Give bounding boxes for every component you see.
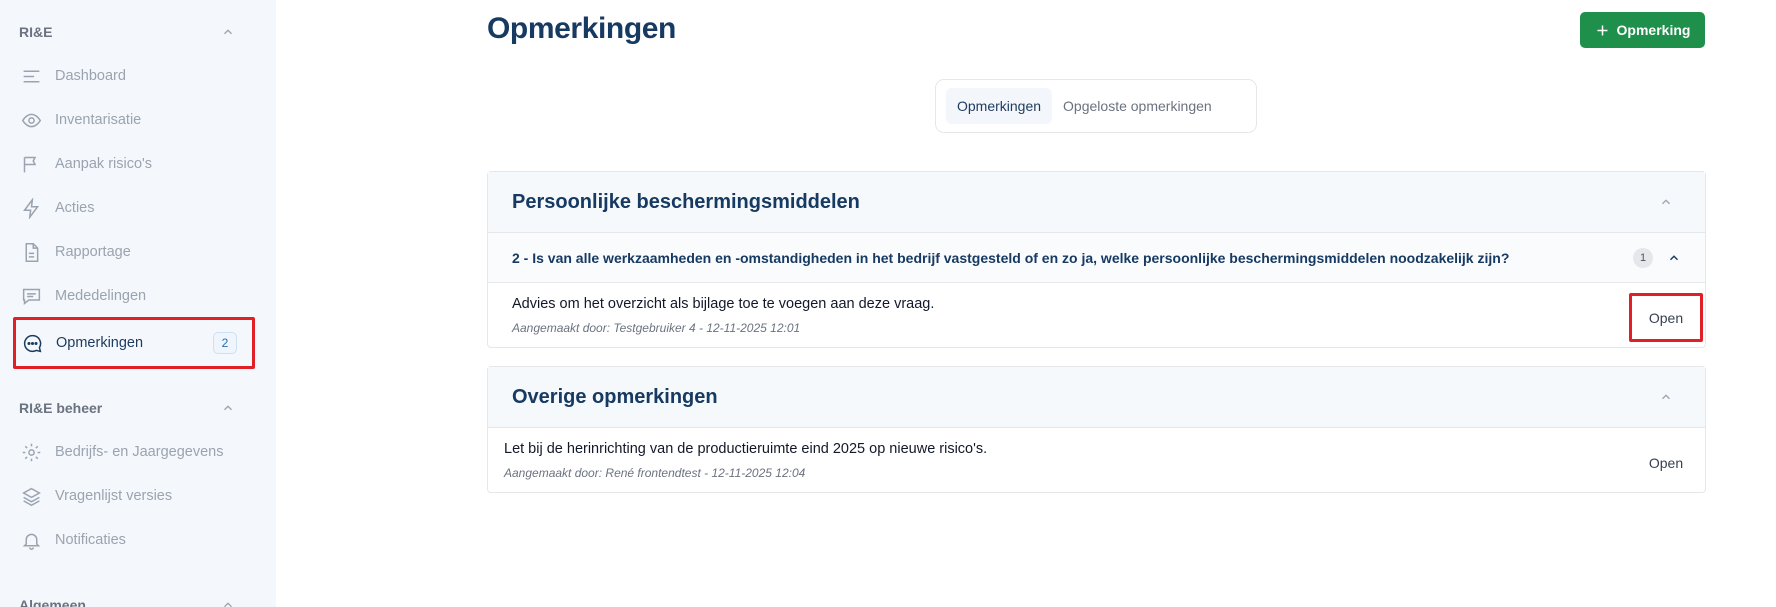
chevron-up-icon[interactable] [1667, 251, 1681, 265]
layers-icon [20, 485, 42, 507]
document-icon [20, 241, 42, 263]
menu-lines-icon [20, 65, 42, 87]
sidebar-item-inventarisatie[interactable]: Inventarisatie [15, 100, 251, 140]
sidebar-item-label: Vragenlijst versies [55, 488, 173, 504]
chevron-up-icon [224, 602, 232, 607]
sidebar: RI&E Dashboard Inventarisatie Aanpak ris… [0, 0, 276, 607]
comment-count-badge: 1 [1633, 247, 1653, 268]
comment-text: Let bij de herinrichting van de producti… [504, 441, 988, 457]
section-title: Persoonlijke beschermingsmiddelen [512, 190, 860, 213]
question-row[interactable]: 2 - Is van alle werkzaamheden en -omstan… [488, 233, 1705, 283]
sidebar-item-rapportage[interactable]: Rapportage [15, 232, 251, 272]
plus-icon [1597, 25, 1608, 35]
question-text: 2 - Is van alle werkzaamheden en -omstan… [512, 249, 1510, 266]
app-root: RI&E Dashboard Inventarisatie Aanpak ris… [0, 0, 1776, 607]
chevron-up-icon [224, 29, 232, 35]
sidebar-item-opmerkingen[interactable]: Opmerkingen 2 [13, 317, 255, 369]
comment-meta: Aangemaakt door: René frontendtest - 12-… [504, 466, 806, 480]
sidebar-item-label: Opmerkingen [56, 335, 144, 351]
sidebar-item-aanpak-risicos[interactable]: Aanpak risico's [15, 144, 251, 184]
count-badge: 2 [213, 332, 237, 354]
gear-icon [20, 441, 42, 463]
section-persoonlijke-beschermingsmiddelen: Persoonlijke beschermingsmiddelen 2 - Is… [487, 171, 1706, 348]
sidebar-group-title: RI&E beheer [19, 400, 103, 416]
section-title: Overige opmerkingen [512, 385, 718, 408]
sidebar-item-label: Notificaties [55, 532, 126, 548]
bell-icon [20, 529, 42, 551]
sidebar-item-notificaties[interactable]: Notificaties [15, 520, 251, 560]
lightning-icon [20, 197, 42, 219]
open-comment-link[interactable]: Open [1629, 293, 1703, 342]
flag-icon [20, 153, 42, 175]
section-header[interactable]: Persoonlijke beschermingsmiddelen [488, 172, 1705, 233]
sidebar-item-mededelingen[interactable]: Mededelingen [15, 276, 251, 316]
chat-bubble-dots-icon [21, 332, 43, 354]
comment-item: Let bij de herinrichting van de producti… [488, 428, 1705, 492]
sidebar-item-label: Bedrijfs- en Jaargegevens [55, 444, 224, 460]
open-comment-link[interactable]: Open [1629, 438, 1703, 487]
sidebar-group-rie[interactable]: RI&E [19, 20, 239, 44]
question-controls: 1 [1633, 247, 1681, 268]
sidebar-item-acties[interactable]: Acties [15, 188, 251, 228]
add-opmerking-button[interactable]: Opmerking [1580, 12, 1705, 48]
section-overige-opmerkingen: Overige opmerkingen Let bij de herinrich… [487, 366, 1706, 493]
tab-bar: Opmerkingen Opgeloste opmerkingen [935, 79, 1257, 133]
comment-meta: Aangemaakt door: Testgebruiker 4 - 12-11… [512, 321, 801, 335]
add-button-label: Opmerking [1616, 22, 1691, 38]
sidebar-item-label: Rapportage [55, 244, 131, 260]
sidebar-item-bedrijfs-jaargegevens[interactable]: Bedrijfs- en Jaargegevens [15, 432, 251, 472]
tab-opmerkingen[interactable]: Opmerkingen [946, 88, 1053, 124]
comment-item: Advies om het overzicht als bijlage toe … [488, 283, 1705, 347]
chevron-up-icon [1662, 199, 1670, 205]
sidebar-item-label: Mededelingen [55, 288, 147, 304]
sidebar-item-label: Acties [55, 200, 95, 216]
sidebar-item-dashboard[interactable]: Dashboard [15, 56, 251, 96]
chevron-up-icon [224, 405, 232, 411]
chevron-up-icon [1662, 394, 1670, 400]
sidebar-item-label: Aanpak risico's [55, 156, 153, 172]
sidebar-group-rie-beheer[interactable]: RI&E beheer [19, 396, 239, 420]
sidebar-group-title: RI&E [19, 24, 53, 40]
sidebar-group-title: Algemeen [19, 597, 86, 607]
sidebar-group-algemeen[interactable]: Algemeen [19, 593, 239, 607]
section-header[interactable]: Overige opmerkingen [488, 367, 1705, 428]
eye-icon [20, 109, 42, 131]
sidebar-item-vragenlijst-versies[interactable]: Vragenlijst versies [15, 476, 251, 516]
message-square-icon [20, 285, 42, 307]
tab-opgeloste-opmerkingen[interactable]: Opgeloste opmerkingen [1052, 88, 1223, 124]
sidebar-item-label: Inventarisatie [55, 112, 142, 128]
comment-text: Advies om het overzicht als bijlage toe … [512, 296, 935, 312]
sidebar-item-label: Dashboard [55, 68, 126, 84]
page-title: Opmerkingen [487, 12, 676, 45]
